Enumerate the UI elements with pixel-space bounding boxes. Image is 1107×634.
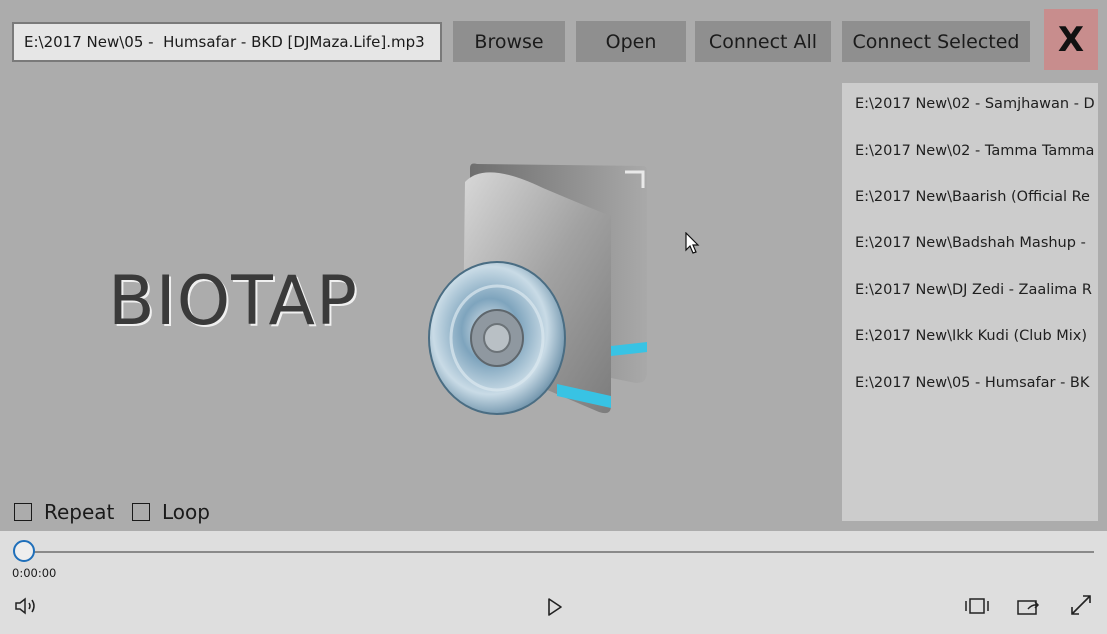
play-icon[interactable] (546, 597, 564, 617)
fullscreen-icon[interactable] (1070, 594, 1092, 616)
playlist-item[interactable]: E:\2017 New\Baarish (Official Re (855, 189, 1090, 205)
music-folder-logo (428, 163, 647, 415)
playlist-item[interactable]: E:\2017 New\Ikk Kudi (Club Mix) (855, 328, 1087, 344)
open-button[interactable]: Open (576, 21, 686, 62)
repeat-checkbox-box[interactable] (14, 503, 32, 521)
file-path-input[interactable] (12, 22, 442, 62)
volume-icon[interactable] (14, 596, 40, 616)
mouse-cursor-icon (685, 232, 700, 254)
playlist-item[interactable]: E:\2017 New\02 - Tamma Tamma (855, 143, 1094, 159)
repeat-checkbox[interactable]: Repeat (14, 500, 114, 524)
repeat-label: Repeat (44, 500, 115, 524)
loop-checkbox[interactable]: Loop (132, 500, 210, 524)
aspect-ratio-icon[interactable] (965, 597, 989, 615)
playlist-item[interactable]: E:\2017 New\02 - Samjhawan - D (855, 96, 1095, 112)
media-controls: 0:00:00 (0, 531, 1107, 634)
browse-button[interactable]: Browse (453, 21, 565, 62)
loop-checkbox-box[interactable] (132, 503, 150, 521)
connect-selected-button[interactable]: Connect Selected (842, 21, 1030, 62)
playlist-item[interactable]: E:\2017 New\05 - Humsafar - BK (855, 375, 1089, 391)
connect-all-button[interactable]: Connect All (695, 21, 831, 62)
elapsed-time: 0:00:00 (12, 566, 57, 580)
playlist-item[interactable]: E:\2017 New\DJ Zedi - Zaalima R (855, 282, 1092, 298)
cast-icon[interactable] (1016, 595, 1042, 617)
seek-thumb[interactable] (13, 540, 35, 562)
close-button[interactable]: X (1044, 9, 1098, 70)
playlist-item[interactable]: E:\2017 New\Badshah Mashup - (855, 235, 1086, 251)
seek-bar[interactable] (25, 551, 1094, 553)
loop-label: Loop (162, 500, 210, 524)
app-title: BIOTAP (108, 262, 359, 341)
playlist-panel[interactable]: E:\2017 New\02 - Samjhawan - D E:\2017 N… (842, 83, 1098, 521)
